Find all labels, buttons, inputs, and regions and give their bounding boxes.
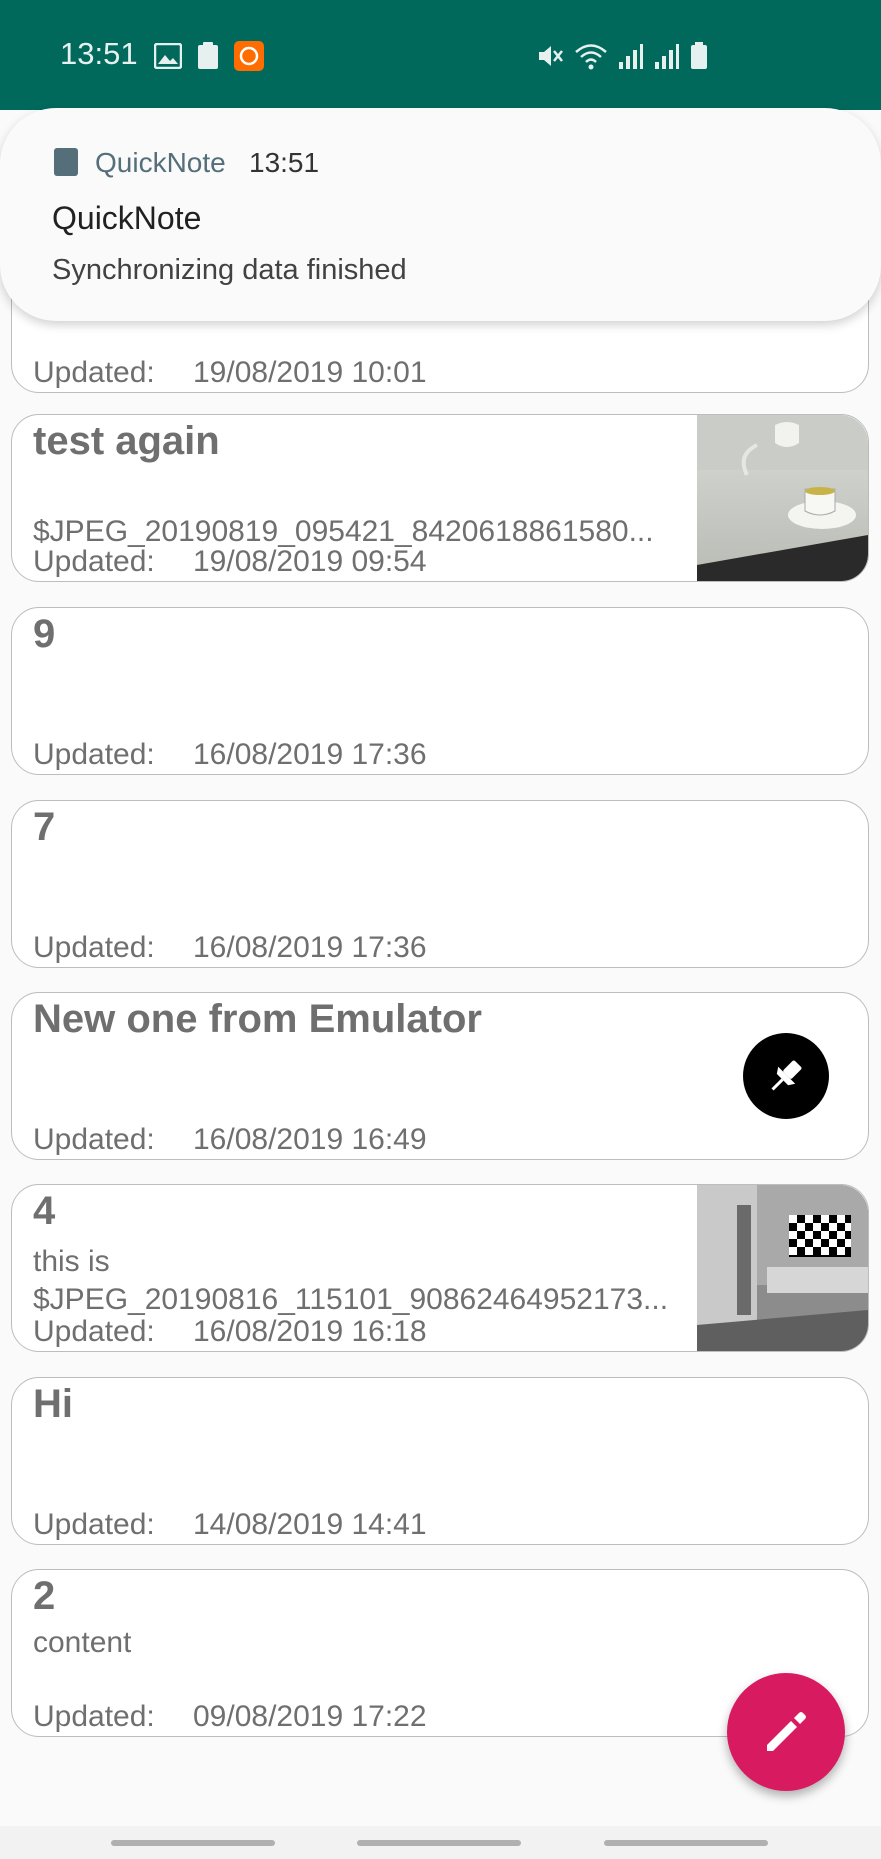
updated-label: Updated: (33, 1508, 155, 1541)
notification-app-name: QuickNote (95, 147, 226, 178)
updated-date: 14/08/2019 14:41 (193, 1508, 427, 1541)
wifi-icon (575, 44, 607, 70)
note-card[interactable]: Hi Updated: 14/08/2019 14:41 (11, 1377, 869, 1545)
updated-label: Updated: (33, 356, 155, 389)
pin-icon (771, 1060, 802, 1091)
battery-icon (691, 42, 707, 69)
pin-button[interactable] (743, 1033, 829, 1119)
note-title: test again (33, 419, 220, 463)
updated-date: 16/08/2019 17:36 (193, 931, 427, 964)
updated-date: 19/08/2019 10:01 (193, 356, 427, 389)
note-card[interactable]: 7 Updated: 16/08/2019 17:36 (11, 800, 869, 968)
note-title: 9 (33, 612, 56, 656)
updated-date: 19/08/2019 09:54 (193, 545, 427, 578)
clipboard-icon (198, 42, 218, 69)
status-bar: 13:51 (0, 0, 881, 110)
note-title: Hi (33, 1382, 73, 1426)
note-card[interactable]: 9 Updated: 16/08/2019 17:36 (11, 607, 869, 775)
updated-date: 09/08/2019 17:22 (193, 1700, 427, 1733)
note-title: 2 (33, 1574, 56, 1618)
nav-recents-button[interactable] (111, 1840, 275, 1846)
pencil-icon (767, 1712, 806, 1751)
clipboard-icon (54, 148, 78, 176)
updated-label: Updated: (33, 1700, 155, 1733)
updated-label: Updated: (33, 545, 155, 578)
updated-label: Updated: (33, 738, 155, 771)
note-content: content (33, 1626, 132, 1659)
note-title: 7 (33, 805, 56, 849)
signal-icon (655, 44, 679, 69)
note-card[interactable]: 4 this is $JPEG_20190816_115101_90862464… (11, 1184, 869, 1352)
status-time: 13:51 (60, 36, 138, 71)
updated-label: Updated: (33, 1315, 155, 1348)
note-thumbnail (697, 1185, 868, 1351)
gallery-icon (154, 43, 182, 69)
note-content-line: this is (33, 1245, 110, 1278)
updated-date: 16/08/2019 17:36 (193, 738, 427, 771)
updated-label: Updated: (33, 931, 155, 964)
note-title: 4 (33, 1189, 56, 1233)
note-card[interactable]: test again $JPEG_20190819_095421_8420618… (11, 414, 869, 582)
note-thumbnail (697, 415, 868, 581)
mi-app-icon (234, 41, 264, 71)
note-content: $JPEG_20190816_115101_90862464952173... (33, 1283, 669, 1316)
notification-title: QuickNote (52, 200, 202, 236)
updated-date: 16/08/2019 16:49 (193, 1123, 427, 1156)
note-content: $JPEG_20190819_095421_8420618861580... (33, 515, 654, 548)
nav-home-button[interactable] (357, 1840, 521, 1846)
add-note-button[interactable] (727, 1673, 845, 1791)
mute-icon (539, 46, 563, 66)
signal-icon (619, 44, 643, 69)
notification-time: 13:51 (249, 147, 320, 178)
updated-label: Updated: (33, 1123, 155, 1156)
nav-back-button[interactable] (604, 1840, 768, 1846)
notification-body: Synchronizing data finished (52, 254, 407, 286)
note-card[interactable]: New one from Emulator Updated: 16/08/2019… (11, 992, 869, 1160)
updated-date: 16/08/2019 16:18 (193, 1315, 427, 1348)
note-title: New one from Emulator (33, 997, 482, 1041)
